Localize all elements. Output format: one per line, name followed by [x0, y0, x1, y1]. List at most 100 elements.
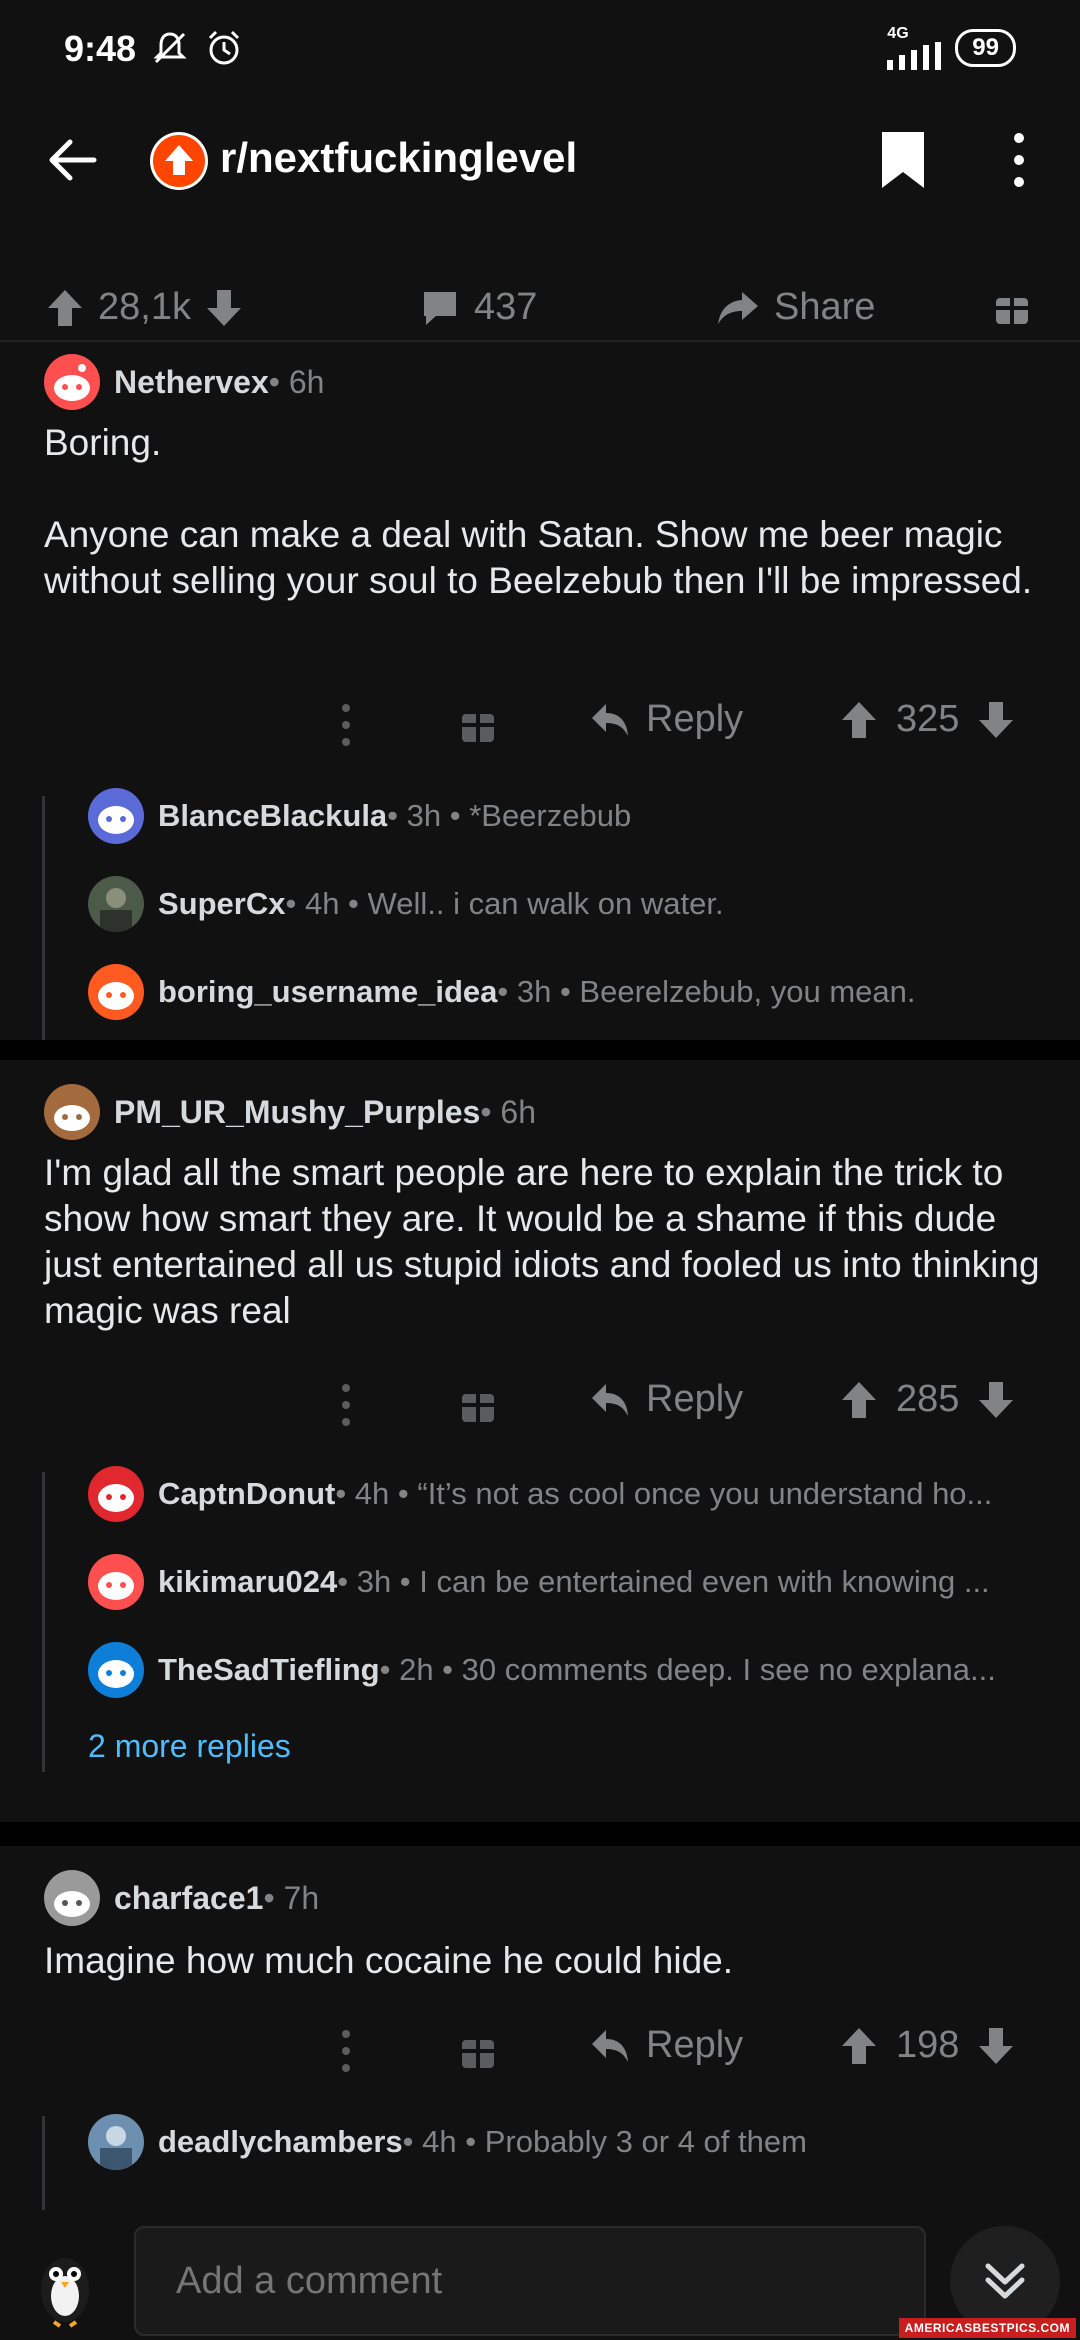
snoo-avatar-icon — [54, 1105, 90, 1131]
more-options-icon[interactable] — [1002, 128, 1036, 192]
watermark: AMERICASBESTPICS.COM — [898, 2318, 1076, 2338]
reply-label: Reply — [646, 1378, 744, 1420]
reply-preview: • 3h • Beerelzebub, you mean. — [497, 974, 916, 1009]
snoo-avatar-icon — [98, 1484, 134, 1512]
thread-line — [42, 1472, 45, 1772]
status-icons-left — [150, 28, 244, 68]
reply-preview: • 2h • 30 comments deep. I see no explan… — [379, 1652, 996, 1687]
status-icons-right: 4G 99 — [887, 26, 1016, 70]
comment-bubble-icon — [424, 291, 456, 325]
alarm-icon — [208, 30, 240, 65]
comment-author[interactable]: PM_UR_Mushy_Purples — [114, 1094, 480, 1131]
award-gift-icon[interactable] — [994, 286, 1030, 326]
share-label: Share — [774, 286, 876, 328]
comment-header: Nethervex • 6h — [44, 354, 324, 410]
photo-avatar-icon — [100, 888, 132, 932]
comment-charface1: charface1 • 7h Imagine how much cocaine … — [0, 1866, 1080, 2210]
reply-author: deadlychambers — [158, 2124, 403, 2159]
comment-score: 285 — [896, 1378, 960, 1420]
subreddit-icon[interactable] — [150, 132, 208, 190]
downvote-icon[interactable] — [977, 700, 1015, 740]
reply-label: Reply — [646, 2024, 744, 2066]
reply-author: BlanceBlackula — [158, 798, 388, 833]
more-options-icon[interactable] — [334, 700, 358, 750]
comment-body: Imagine how much cocaine he could hide. — [44, 1940, 734, 1981]
reply-button[interactable]: Reply — [590, 1378, 743, 1421]
avatar[interactable] — [44, 354, 100, 410]
thread-line — [42, 796, 45, 1040]
comment-header: PM_UR_Mushy_Purples • 6h — [44, 1084, 536, 1140]
subreddit-name[interactable]: r/nextfuckinglevel — [220, 134, 577, 182]
photo-avatar-icon — [100, 2126, 132, 2170]
collapsed-reply[interactable]: kikimaru024 • 3h • I can be entertained … — [88, 1554, 1038, 1610]
collapsed-reply[interactable]: SuperCx • 4h • Well.. i can walk on wate… — [88, 876, 1038, 932]
reply-arrow-icon — [592, 1383, 628, 1416]
thread-line — [42, 2116, 45, 2210]
award-gift-icon[interactable] — [460, 2030, 496, 2070]
post-comments-button[interactable]: 437 — [420, 286, 537, 329]
upvote-icon[interactable] — [46, 288, 84, 328]
comment-meta: • 6h — [480, 1093, 537, 1130]
more-replies-link[interactable]: 2 more replies — [88, 1728, 291, 1765]
reply-arrow-icon — [592, 2029, 628, 2062]
reply-preview: • 3h • *Beerzebub — [387, 798, 632, 833]
comment-author[interactable]: Nethervex — [114, 364, 269, 401]
post-share-button[interactable]: Share — [716, 286, 875, 329]
network-type: 4G — [887, 25, 909, 42]
reply-button[interactable]: Reply — [590, 698, 743, 741]
mute-notifications-icon — [153, 32, 187, 64]
comment-separator — [0, 1040, 1080, 1060]
collapsed-reply[interactable]: BlanceBlackula • 3h • *Beerzebub — [88, 788, 1038, 844]
collapsed-reply[interactable]: boring_username_idea • 3h • Beerelzebub,… — [88, 964, 1038, 1020]
reply-author: kikimaru024 — [158, 1564, 338, 1599]
reply-button[interactable]: Reply — [590, 2024, 743, 2067]
upvote-icon[interactable] — [840, 2026, 878, 2066]
upvote-arrow-icon — [153, 135, 205, 187]
reply-author: boring_username_idea — [158, 974, 498, 1009]
comment-nethervex: Nethervex • 6h Boring. Anyone can make a… — [0, 350, 1080, 1040]
comment-author[interactable]: charface1 — [114, 1880, 263, 1917]
status-bar: 9:48 4G 99 — [0, 0, 1080, 100]
upvote-icon[interactable] — [840, 1380, 878, 1420]
post-comment-count: 437 — [474, 286, 538, 328]
comment-input[interactable] — [134, 2226, 926, 2336]
more-options-icon[interactable] — [334, 2026, 358, 2076]
post-score: 28,1k — [98, 286, 191, 328]
avatar — [88, 2114, 144, 2170]
reply-preview: • 4h • “It’s not as cool once you unders… — [335, 1476, 993, 1511]
upvote-icon[interactable] — [840, 700, 878, 740]
comment-meta: • 7h — [263, 1879, 320, 1916]
snoo-avatar-icon — [54, 364, 90, 401]
comment-vote-group: 198 — [840, 2024, 1015, 2067]
collapsed-reply[interactable]: deadlychambers • 4h • Probably 3 or 4 of… — [88, 2114, 1038, 2170]
more-options-icon[interactable] — [334, 1380, 358, 1430]
top-app-bar: r/nextfuckinglevel — [0, 110, 1080, 200]
reply-author: SuperCx — [158, 886, 286, 921]
comment-actions: Reply 285 — [0, 1370, 1080, 1440]
avatar[interactable] — [44, 1084, 100, 1140]
award-gift-icon[interactable] — [460, 1384, 496, 1424]
bookmark-icon[interactable] — [878, 128, 928, 192]
downvote-icon[interactable] — [205, 288, 243, 328]
comment-score: 198 — [896, 2024, 960, 2066]
collapsed-reply[interactable]: CaptnDonut • 4h • “It’s not as cool once… — [88, 1466, 1038, 1522]
back-arrow-icon[interactable] — [44, 130, 104, 190]
comment-meta: • 6h — [268, 363, 325, 400]
battery-indicator: 99 — [955, 29, 1016, 67]
avatar — [88, 876, 144, 932]
user-avatar-icon[interactable] — [30, 2240, 100, 2330]
reply-arrow-icon — [592, 703, 628, 736]
snoo-avatar-icon — [98, 1572, 134, 1600]
downvote-icon[interactable] — [977, 1380, 1015, 1420]
comment-actions: Reply 198 — [0, 2016, 1080, 2086]
award-gift-icon[interactable] — [460, 704, 496, 744]
comment-vote-group: 325 — [840, 698, 1015, 741]
post-action-bar: 28,1k 437 Share — [0, 280, 1080, 342]
downvote-icon[interactable] — [977, 2026, 1015, 2066]
collapsed-reply[interactable]: TheSadTiefling • 2h • 30 comments deep. … — [88, 1642, 1038, 1698]
avatar[interactable] — [44, 1870, 100, 1926]
comment-body: Boring. Anyone can make a deal with Sata… — [44, 422, 1033, 601]
reply-label: Reply — [646, 698, 744, 740]
comment-actions: Reply 325 — [0, 690, 1080, 760]
chevron-double-down-icon — [985, 2263, 1025, 2299]
